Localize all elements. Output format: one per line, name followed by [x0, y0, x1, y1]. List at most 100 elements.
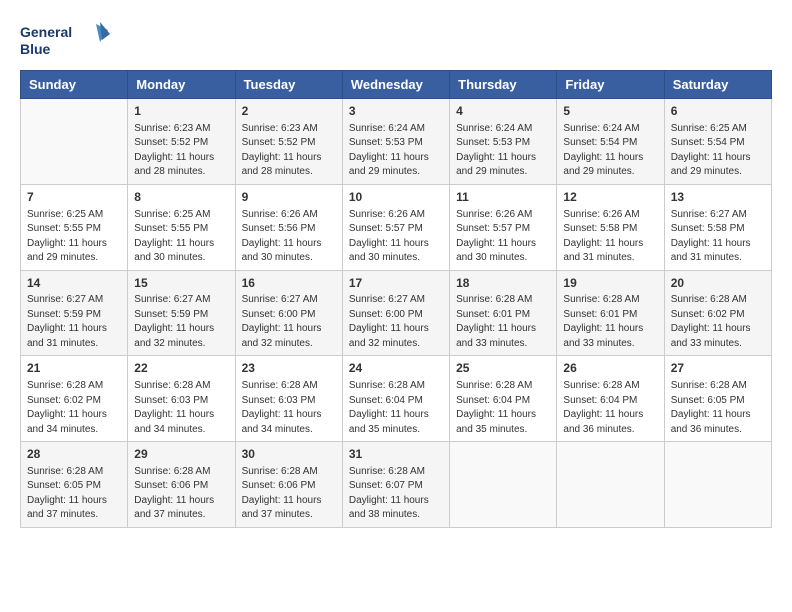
day-number: 13: [671, 189, 765, 206]
calendar-cell: 6 Sunrise: 6:25 AM Sunset: 5:54 PM Daylig…: [664, 99, 771, 185]
calendar-cell: 24 Sunrise: 6:28 AM Sunset: 6:04 PM Dayli…: [342, 356, 449, 442]
day-number: 23: [242, 360, 336, 377]
calendar-table: SundayMondayTuesdayWednesdayThursdayFrid…: [20, 70, 772, 528]
day-info: Sunrise: 6:26 AM Sunset: 5:56 PM Dayligh…: [242, 208, 336, 266]
calendar-cell: 13 Sunrise: 6:27 AM Sunset: 5:58 PM Dayli…: [664, 184, 771, 270]
logo-svg: General Blue: [20, 20, 110, 60]
weekday-header-monday: Monday: [128, 71, 235, 99]
day-info: Sunrise: 6:27 AM Sunset: 5:58 PM Dayligh…: [671, 208, 765, 266]
weekday-header-saturday: Saturday: [664, 71, 771, 99]
week-row-1: 1 Sunrise: 6:23 AM Sunset: 5:52 PM Daylig…: [21, 99, 772, 185]
day-info: Sunrise: 6:28 AM Sunset: 6:02 PM Dayligh…: [671, 293, 765, 351]
day-info: Sunrise: 6:24 AM Sunset: 5:53 PM Dayligh…: [349, 122, 443, 180]
day-number: 24: [349, 360, 443, 377]
weekday-header-sunday: Sunday: [21, 71, 128, 99]
day-info: Sunrise: 6:28 AM Sunset: 6:01 PM Dayligh…: [563, 293, 657, 351]
day-info: Sunrise: 6:26 AM Sunset: 5:58 PM Dayligh…: [563, 208, 657, 266]
day-number: 27: [671, 360, 765, 377]
calendar-cell: 11 Sunrise: 6:26 AM Sunset: 5:57 PM Dayli…: [450, 184, 557, 270]
calendar-cell: 22 Sunrise: 6:28 AM Sunset: 6:03 PM Dayli…: [128, 356, 235, 442]
day-info: Sunrise: 6:28 AM Sunset: 6:07 PM Dayligh…: [349, 465, 443, 523]
calendar-cell: 14Sunrise: 6:27 AM Sunset: 5:59 PM Dayli…: [21, 270, 128, 356]
day-info: Sunrise: 6:24 AM Sunset: 5:54 PM Dayligh…: [563, 122, 657, 180]
calendar-cell: 2Sunrise: 6:23 AM Sunset: 5:52 PM Daylig…: [235, 99, 342, 185]
day-info: Sunrise: 6:28 AM Sunset: 6:01 PM Dayligh…: [456, 293, 550, 351]
day-number: 4: [456, 103, 550, 120]
calendar-cell: 10Sunrise: 6:26 AM Sunset: 5:57 PM Dayli…: [342, 184, 449, 270]
day-info: Sunrise: 6:28 AM Sunset: 6:05 PM Dayligh…: [671, 379, 765, 437]
day-number: 6: [671, 103, 765, 120]
calendar-cell: 5Sunrise: 6:24 AM Sunset: 5:54 PM Daylig…: [557, 99, 664, 185]
weekday-header-wednesday: Wednesday: [342, 71, 449, 99]
calendar-cell: 19Sunrise: 6:28 AM Sunset: 6:01 PM Dayli…: [557, 270, 664, 356]
svg-text:Blue: Blue: [20, 41, 51, 57]
day-info: Sunrise: 6:25 AM Sunset: 5:55 PM Dayligh…: [134, 208, 228, 266]
day-info: Sunrise: 6:27 AM Sunset: 6:00 PM Dayligh…: [349, 293, 443, 351]
day-info: Sunrise: 6:27 AM Sunset: 5:59 PM Dayligh…: [134, 293, 228, 351]
day-number: 8: [134, 189, 228, 206]
svg-text:General: General: [20, 24, 72, 40]
calendar-cell: [557, 442, 664, 528]
weekday-header-tuesday: Tuesday: [235, 71, 342, 99]
logo: General Blue: [20, 20, 110, 60]
weekday-header-friday: Friday: [557, 71, 664, 99]
day-info: Sunrise: 6:23 AM Sunset: 5:52 PM Dayligh…: [134, 122, 228, 180]
day-number: 15: [134, 275, 228, 292]
calendar-cell: 1 Sunrise: 6:23 AM Sunset: 5:52 PM Daylig…: [128, 99, 235, 185]
calendar-cell: 3 Sunrise: 6:24 AM Sunset: 5:53 PM Daylig…: [342, 99, 449, 185]
day-number: 12: [563, 189, 657, 206]
calendar-cell: 15Sunrise: 6:27 AM Sunset: 5:59 PM Dayli…: [128, 270, 235, 356]
day-number: 26: [563, 360, 657, 377]
calendar-cell: 20Sunrise: 6:28 AM Sunset: 6:02 PM Dayli…: [664, 270, 771, 356]
day-number: 11: [456, 189, 550, 206]
weekday-header-thursday: Thursday: [450, 71, 557, 99]
day-info: Sunrise: 6:25 AM Sunset: 5:55 PM Dayligh…: [27, 208, 121, 266]
calendar-cell: 30Sunrise: 6:28 AM Sunset: 6:06 PM Dayli…: [235, 442, 342, 528]
day-number: 14: [27, 275, 121, 292]
day-info: Sunrise: 6:28 AM Sunset: 6:03 PM Dayligh…: [242, 379, 336, 437]
day-info: Sunrise: 6:28 AM Sunset: 6:03 PM Dayligh…: [134, 379, 228, 437]
day-number: 25: [456, 360, 550, 377]
calendar-cell: 23 Sunrise: 6:28 AM Sunset: 6:03 PM Dayli…: [235, 356, 342, 442]
day-number: 30: [242, 446, 336, 463]
day-info: Sunrise: 6:27 AM Sunset: 5:59 PM Dayligh…: [27, 293, 121, 351]
calendar-cell: 17Sunrise: 6:27 AM Sunset: 6:00 PM Dayli…: [342, 270, 449, 356]
day-number: 20: [671, 275, 765, 292]
day-number: 7: [27, 189, 121, 206]
day-number: 29: [134, 446, 228, 463]
day-info: Sunrise: 6:26 AM Sunset: 5:57 PM Dayligh…: [456, 208, 550, 266]
day-number: 21: [27, 360, 121, 377]
calendar-cell: 26Sunrise: 6:28 AM Sunset: 6:04 PM Dayli…: [557, 356, 664, 442]
page-header: General Blue: [20, 20, 772, 60]
day-number: 1: [134, 103, 228, 120]
week-row-3: 14Sunrise: 6:27 AM Sunset: 5:59 PM Dayli…: [21, 270, 772, 356]
day-number: 22: [134, 360, 228, 377]
day-number: 19: [563, 275, 657, 292]
calendar-cell: 7 Sunrise: 6:25 AM Sunset: 5:55 PM Daylig…: [21, 184, 128, 270]
calendar-cell: 31 Sunrise: 6:28 AM Sunset: 6:07 PM Dayli…: [342, 442, 449, 528]
day-number: 18: [456, 275, 550, 292]
day-number: 10: [349, 189, 443, 206]
calendar-cell: 16Sunrise: 6:27 AM Sunset: 6:00 PM Dayli…: [235, 270, 342, 356]
calendar-cell: 4 Sunrise: 6:24 AM Sunset: 5:53 PM Daylig…: [450, 99, 557, 185]
day-number: 3: [349, 103, 443, 120]
calendar-cell: 28Sunrise: 6:28 AM Sunset: 6:05 PM Dayli…: [21, 442, 128, 528]
day-info: Sunrise: 6:25 AM Sunset: 5:54 PM Dayligh…: [671, 122, 765, 180]
day-info: Sunrise: 6:28 AM Sunset: 6:04 PM Dayligh…: [456, 379, 550, 437]
day-info: Sunrise: 6:23 AM Sunset: 5:52 PM Dayligh…: [242, 122, 336, 180]
day-info: Sunrise: 6:24 AM Sunset: 5:53 PM Dayligh…: [456, 122, 550, 180]
calendar-cell: [21, 99, 128, 185]
weekday-header-row: SundayMondayTuesdayWednesdayThursdayFrid…: [21, 71, 772, 99]
week-row-5: 28Sunrise: 6:28 AM Sunset: 6:05 PM Dayli…: [21, 442, 772, 528]
day-info: Sunrise: 6:27 AM Sunset: 6:00 PM Dayligh…: [242, 293, 336, 351]
calendar-cell: 8 Sunrise: 6:25 AM Sunset: 5:55 PM Daylig…: [128, 184, 235, 270]
day-info: Sunrise: 6:28 AM Sunset: 6:04 PM Dayligh…: [349, 379, 443, 437]
week-row-4: 21Sunrise: 6:28 AM Sunset: 6:02 PM Dayli…: [21, 356, 772, 442]
calendar-cell: [450, 442, 557, 528]
day-number: 9: [242, 189, 336, 206]
calendar-cell: 18Sunrise: 6:28 AM Sunset: 6:01 PM Dayli…: [450, 270, 557, 356]
day-number: 16: [242, 275, 336, 292]
calendar-cell: 12 Sunrise: 6:26 AM Sunset: 5:58 PM Dayli…: [557, 184, 664, 270]
day-number: 31: [349, 446, 443, 463]
calendar-cell: 25 Sunrise: 6:28 AM Sunset: 6:04 PM Dayli…: [450, 356, 557, 442]
